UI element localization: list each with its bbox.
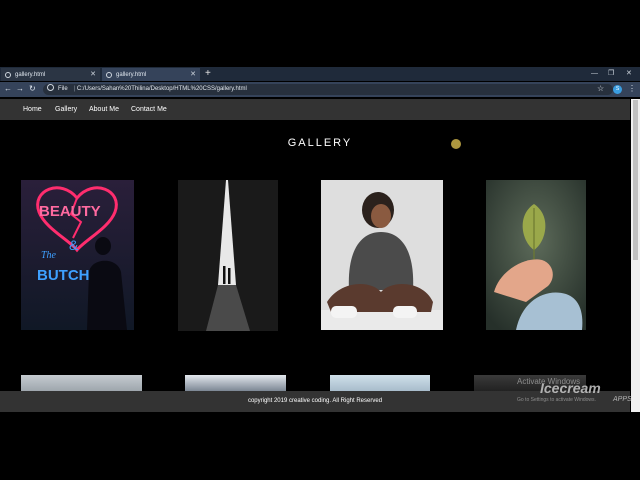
new-tab-button[interactable]: + (205, 68, 211, 80)
gallery-photo-leaf-in-hand[interactable] (486, 180, 586, 330)
reload-icon[interactable]: ↻ (29, 84, 36, 94)
recorder-watermark-suffix: APPS (613, 396, 632, 403)
woman-image (321, 180, 443, 330)
neon-word-butch: BUTCH (37, 267, 90, 284)
gallery-photo-dark-corridor[interactable] (178, 180, 278, 331)
close-tab-icon[interactable]: ✕ (90, 70, 96, 78)
neon-sign-image: BEAUTY & The BUTCH (21, 180, 134, 330)
address-bar[interactable]: File | C:/Users/Sahan%20Thilina/Desktop/H… (43, 84, 613, 95)
close-tab-icon[interactable]: ✕ (190, 70, 196, 78)
minimize-icon[interactable]: — (591, 68, 598, 80)
url-text: C:/Users/Sahan%20Thilina/Desktop/HTML%20… (76, 86, 247, 92)
gallery-photo-row2-3[interactable] (330, 375, 430, 391)
neon-ampersand: & (69, 237, 79, 253)
tab-title: gallery.html (116, 71, 147, 78)
profile-avatar[interactable]: S (613, 85, 622, 94)
scrollbar-thumb[interactable] (633, 100, 638, 260)
gallery-photo-woman-headphones[interactable] (321, 180, 443, 330)
mouse-cursor-highlight (451, 139, 461, 149)
tab-title: gallery.html (15, 71, 46, 78)
page-title: GALLERY (287, 137, 353, 149)
forward-icon[interactable]: → (16, 84, 24, 94)
neon-word-the: The (41, 250, 57, 261)
leaf-image (486, 180, 586, 330)
browser-tab-2[interactable]: gallery.html ✕ (102, 68, 200, 81)
browser-tab-1[interactable]: gallery.html ✕ (1, 68, 100, 81)
back-icon[interactable]: ← (4, 84, 12, 94)
globe-icon (106, 71, 112, 78)
scheme-label: File (58, 86, 68, 92)
bookmark-star-icon[interactable]: ☆ (597, 84, 604, 94)
nav-gallery[interactable]: Gallery (55, 99, 77, 120)
gallery-photo-row2-1[interactable] (21, 375, 142, 391)
close-window-icon[interactable]: ✕ (626, 68, 632, 80)
gallery-photo-row2-2[interactable] (185, 375, 286, 391)
nav-home[interactable]: Home (23, 99, 42, 120)
globe-icon (5, 71, 11, 78)
maximize-icon[interactable]: ❐ (608, 68, 614, 80)
gallery-photo-neon-sign[interactable]: BEAUTY & The BUTCH (21, 180, 134, 330)
neon-word-beauty: BEAUTY (39, 203, 101, 220)
nav-about-me[interactable]: About Me (89, 99, 119, 120)
recorder-watermark: Icecream (540, 380, 601, 396)
corridor-image (178, 180, 278, 331)
nav-contact-me[interactable]: Contact Me (131, 99, 167, 120)
activate-windows-subtitle: Go to Settings to activate Windows. (517, 397, 596, 403)
info-icon[interactable] (47, 84, 54, 91)
menu-dots-icon[interactable]: ⋮ (628, 84, 636, 94)
